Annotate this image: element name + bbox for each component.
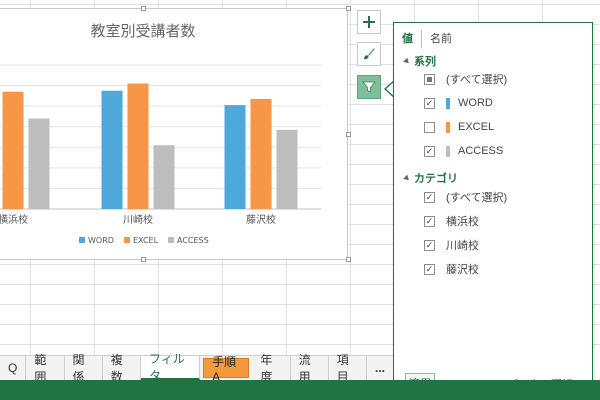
category-item-kawasaki[interactable]: ✓ 川崎校 — [424, 236, 479, 254]
category-group-label: カテゴリ — [414, 173, 458, 185]
series-item-word[interactable]: ✓ WORD — [424, 94, 493, 112]
category-item-yokohama[interactable]: ✓ 横浜校 — [424, 212, 479, 230]
checkbox[interactable]: ✓ — [424, 263, 435, 275]
series-group-label: 系列 — [414, 56, 436, 68]
resize-handle[interactable] — [141, 257, 146, 262]
resize-handle[interactable] — [346, 132, 351, 137]
category-label: 藤沢校 — [246, 213, 276, 226]
panel-tabs: 値 名前 — [402, 30, 458, 48]
bar-excel[interactable] — [2, 91, 24, 209]
series-item-excel[interactable]: EXCEL — [424, 118, 494, 136]
category-item-label: 横浜校 — [446, 216, 479, 228]
bar-access[interactable] — [276, 129, 298, 209]
category-item-label: 川崎校 — [446, 240, 479, 252]
legend-swatch — [79, 237, 85, 243]
legend-swatch — [168, 237, 174, 243]
category-label: 川崎校 — [123, 213, 153, 226]
sheet-tab[interactable]: 項目 — [329, 353, 367, 384]
sheet-tab[interactable]: 年度 — [252, 353, 291, 384]
bar-access[interactable] — [28, 118, 50, 209]
sheet-tab[interactable]: 複数 — [103, 353, 141, 384]
bar-word[interactable] — [101, 90, 123, 209]
status-bar — [0, 380, 600, 400]
chart-filters-button[interactable] — [357, 75, 381, 99]
chart-legend: WORD EXCEL ACCESS — [79, 236, 209, 245]
resize-handle[interactable] — [346, 6, 351, 11]
series-color-swatch — [446, 121, 450, 133]
sheet-tab-current[interactable]: フィルタ — [140, 352, 201, 383]
series-item-label: ACCESS — [458, 145, 504, 157]
bar-access[interactable] — [153, 145, 175, 209]
brush-icon — [364, 48, 375, 60]
series-item-label: EXCEL — [458, 121, 495, 133]
sheet-tab-bar: Q 範囲 関係 複数 フィルタ 手順A 年度 流用 項目 ... — [0, 352, 393, 384]
category-item-label: 藤沢校 — [446, 264, 479, 276]
series-item-label: WORD — [458, 97, 493, 109]
tab-values[interactable]: 値 — [402, 30, 422, 48]
checkbox[interactable]: ✓ — [424, 191, 435, 203]
collapse-triangle-icon[interactable] — [403, 174, 411, 182]
legend-label: EXCEL — [133, 236, 159, 245]
sheet-tab-highlighted[interactable]: 手順A — [203, 355, 250, 384]
filter-icon — [362, 81, 376, 93]
category-label: 横浜校 — [0, 213, 28, 226]
legend-swatch — [124, 237, 130, 243]
checkbox[interactable]: ✓ — [424, 215, 435, 227]
category-item-label: (すべて選択) — [446, 192, 508, 204]
resize-handle[interactable] — [141, 6, 146, 11]
sheet-tab[interactable]: 流用 — [291, 353, 329, 384]
chart-styles-button[interactable] — [357, 42, 381, 66]
chart-title: 教室別受講者数 — [90, 22, 195, 40]
tab-names[interactable]: 名前 — [430, 30, 458, 48]
checkbox[interactable]: ✓ — [424, 239, 435, 251]
category-item-fujisawa[interactable]: ✓ 藤沢校 — [424, 260, 479, 278]
checkbox[interactable]: ✓ — [424, 145, 435, 157]
series-color-swatch — [446, 97, 450, 109]
chart-object[interactable]: 教室別受講者数 横浜校 川崎校 藤沢校 WORD EXCEL ACCESS — [0, 6, 351, 262]
series-group-title[interactable]: 系列 — [403, 53, 436, 69]
series-color-swatch — [446, 145, 450, 157]
collapse-triangle-icon[interactable] — [403, 57, 411, 65]
more-sheets-button[interactable]: ... — [367, 356, 393, 380]
checkbox[interactable]: ✓ — [424, 97, 435, 109]
chart-canvas: 教室別受講者数 横浜校 川崎校 藤沢校 WORD EXCEL ACCESS — [0, 22, 321, 245]
series-item-access[interactable]: ✓ ACCESS — [424, 142, 503, 160]
chart-filter-panel: 値 名前 系列 (すべて選択) ✓ WORD EXCEL ✓ ACCESS カテ… — [393, 22, 593, 398]
legend-label: WORD — [88, 236, 114, 245]
chart-bars — [2, 83, 298, 209]
bar-excel[interactable] — [127, 83, 149, 209]
chart-category-labels: 横浜校 川崎校 藤沢校 — [0, 213, 276, 226]
legend-label: ACCESS — [177, 236, 209, 245]
checkbox[interactable] — [424, 121, 435, 133]
sheet-tab[interactable]: Q — [0, 356, 27, 380]
bar-excel[interactable] — [250, 98, 272, 209]
category-item-select-all[interactable]: ✓ (すべて選択) — [424, 188, 507, 206]
sheet-tab[interactable]: 関係 — [65, 353, 103, 384]
resize-handle[interactable] — [346, 257, 351, 262]
series-item-select-all[interactable]: (すべて選択) — [424, 70, 507, 88]
partial-checkbox[interactable] — [424, 73, 435, 85]
plus-icon — [363, 16, 375, 28]
series-item-label: (すべて選択) — [446, 74, 508, 86]
chart-elements-button[interactable] — [357, 10, 381, 34]
bar-word[interactable] — [224, 105, 246, 209]
sheet-tab[interactable]: 範囲 — [26, 353, 65, 384]
category-group-title[interactable]: カテゴリ — [403, 170, 458, 186]
